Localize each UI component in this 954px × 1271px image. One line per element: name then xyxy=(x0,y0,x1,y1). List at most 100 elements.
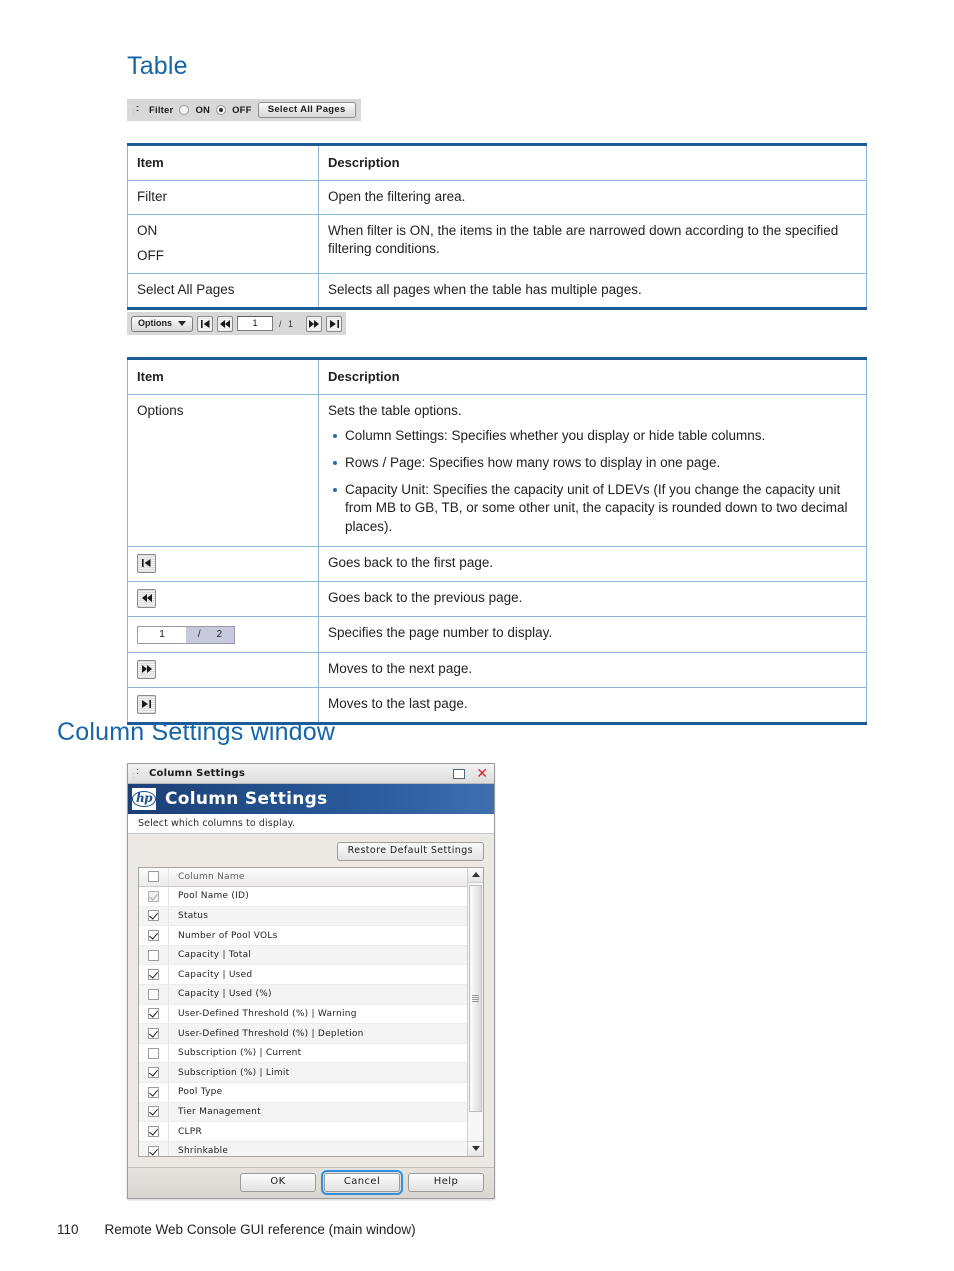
scrollbar-thumb[interactable] xyxy=(469,884,482,1112)
bullet-item: Capacity Unit: Specifies the capacity un… xyxy=(333,481,857,536)
cell-description: Open the filtering area. xyxy=(318,179,867,215)
checkbox-cell[interactable] xyxy=(139,926,169,945)
page-number-field[interactable]: 1 / 2 xyxy=(137,625,235,644)
dialog-banner: hp Column Settings xyxy=(128,784,494,814)
filter-label[interactable]: Filter xyxy=(149,105,173,116)
cancel-button[interactable]: Cancel xyxy=(321,1169,403,1195)
next-page-icon[interactable] xyxy=(137,659,156,679)
next-page-icon[interactable] xyxy=(306,315,322,332)
page-number-input[interactable]: 1 xyxy=(237,316,273,331)
checkbox-cell[interactable] xyxy=(139,1122,169,1141)
options-reference-table: Item Description Options Sets the table … xyxy=(127,357,867,725)
list-item[interactable]: User-Defined Threshold (%) | Warning xyxy=(139,1004,467,1025)
column-checkbox[interactable] xyxy=(148,1106,159,1118)
checkbox-cell[interactable] xyxy=(139,985,169,1004)
column-list-scrollbar[interactable] xyxy=(467,867,483,1156)
close-icon[interactable]: ✕ xyxy=(476,767,488,781)
hp-logo-icon: hp xyxy=(131,788,157,810)
filter-off-radio[interactable] xyxy=(216,105,227,115)
column-checkbox[interactable] xyxy=(148,1008,159,1020)
list-item[interactable]: Status xyxy=(139,906,467,927)
page-separator: / xyxy=(197,628,201,640)
cell-description: Specifies the page number to display. xyxy=(318,615,867,653)
table-row: Moves to the next page. xyxy=(127,651,867,688)
column-checkbox[interactable] xyxy=(148,949,159,961)
list-item[interactable]: Capacity | Used (%) xyxy=(139,985,467,1005)
checkbox-cell[interactable] xyxy=(139,1043,169,1063)
column-label: Status xyxy=(178,910,209,921)
column-label: User-Defined Threshold (%) | Depletion xyxy=(178,1028,364,1039)
checkbox-cell[interactable] xyxy=(139,1004,169,1024)
column-list: Column Name Pool Name (ID) Status Number… xyxy=(139,867,467,1156)
column-header-description: Description xyxy=(318,358,867,395)
list-item[interactable]: Capacity | Used xyxy=(139,965,467,986)
hp-logo-text: hp xyxy=(131,791,157,807)
column-checkbox[interactable] xyxy=(148,1067,159,1079)
list-item[interactable]: User-Defined Threshold (%) | Depletion xyxy=(139,1024,467,1044)
cell-description: Goes back to the previous page. xyxy=(318,580,867,617)
filter-on-radio[interactable] xyxy=(179,105,190,115)
list-item[interactable]: Pool Name (ID) xyxy=(139,887,467,907)
scroll-up-icon[interactable] xyxy=(468,867,483,883)
column-list-container: Column Name Pool Name (ID) Status Number… xyxy=(138,866,484,1157)
column-label: Capacity | Used xyxy=(178,969,253,980)
checkbox-cell[interactable] xyxy=(139,906,169,926)
column-checkbox[interactable] xyxy=(148,1126,159,1138)
select-all-checkbox-cell[interactable] xyxy=(139,867,169,887)
select-all-checkbox[interactable] xyxy=(148,871,159,883)
table-row: Filter Open the filtering area. xyxy=(127,179,867,215)
maximize-icon[interactable] xyxy=(453,768,466,779)
list-item[interactable]: Subscription (%) | Current xyxy=(139,1043,467,1064)
list-item[interactable]: CLPR xyxy=(139,1122,467,1142)
restore-default-settings-button[interactable]: Restore Default Settings xyxy=(336,842,484,861)
page-title-table: Table xyxy=(127,52,188,80)
page-total-label: / 1 xyxy=(279,318,296,329)
ok-button[interactable]: OK xyxy=(240,1172,316,1192)
checkbox-cell[interactable] xyxy=(139,887,169,906)
checkbox-cell[interactable] xyxy=(139,1083,169,1102)
dialog-titlebar: Column Settings ✕ xyxy=(128,764,494,784)
checkbox-cell[interactable] xyxy=(139,945,169,965)
column-checkbox[interactable] xyxy=(148,930,159,942)
cell-description: Sets the table options. Column Settings:… xyxy=(318,393,867,547)
dialog-body: Restore Default Settings Column Name Poo… xyxy=(128,834,494,1167)
options-dropdown-button[interactable]: Options xyxy=(131,315,193,332)
list-item[interactable]: Capacity | Total xyxy=(139,945,467,966)
checkbox-cell[interactable] xyxy=(139,1063,169,1083)
scroll-down-icon[interactable] xyxy=(468,1140,483,1156)
column-list-header-row: Column Name xyxy=(139,867,467,888)
column-checkbox[interactable] xyxy=(148,1086,159,1098)
list-item[interactable]: Tier Management xyxy=(139,1102,467,1123)
last-page-icon[interactable] xyxy=(326,315,342,332)
checkbox-cell[interactable] xyxy=(139,1102,169,1122)
select-all-pages-button[interactable]: Select All Pages xyxy=(257,101,356,119)
checkbox-cell[interactable] xyxy=(139,965,169,985)
last-page-icon[interactable] xyxy=(137,694,156,714)
options-label: Options xyxy=(138,317,172,328)
help-button[interactable]: Help xyxy=(408,1172,484,1192)
first-page-icon[interactable] xyxy=(137,553,156,573)
scrollbar-track[interactable] xyxy=(468,882,483,1141)
checkbox-cell[interactable] xyxy=(139,1141,169,1156)
previous-page-icon[interactable] xyxy=(217,315,233,332)
list-item[interactable]: Pool Type xyxy=(139,1083,467,1103)
table-header-row: Item Description xyxy=(127,144,867,181)
cell-item: Filter xyxy=(127,179,319,215)
column-checkbox[interactable] xyxy=(148,1047,159,1059)
list-item[interactable]: Subscription (%) | Limit xyxy=(139,1063,467,1084)
collapse-chevron-up-icon[interactable] xyxy=(132,105,143,116)
previous-page-icon[interactable] xyxy=(137,588,156,608)
column-checkbox[interactable] xyxy=(148,910,159,922)
first-page-icon[interactable] xyxy=(197,315,213,332)
column-checkbox[interactable] xyxy=(148,988,159,1000)
list-item[interactable]: Number of Pool VOLs xyxy=(139,926,467,946)
column-checkbox[interactable] xyxy=(148,1145,159,1156)
column-checkbox[interactable] xyxy=(148,969,159,981)
collapse-chevron-up-icon[interactable] xyxy=(132,768,143,779)
checkbox-cell[interactable] xyxy=(139,1024,169,1043)
cell-item xyxy=(127,545,319,582)
list-item[interactable]: Shrinkable xyxy=(139,1141,467,1156)
column-checkbox[interactable] xyxy=(148,1028,159,1040)
page-number-input[interactable]: 1 xyxy=(138,626,186,643)
table-options-toolbar: Options 1 / 1 xyxy=(127,312,346,335)
